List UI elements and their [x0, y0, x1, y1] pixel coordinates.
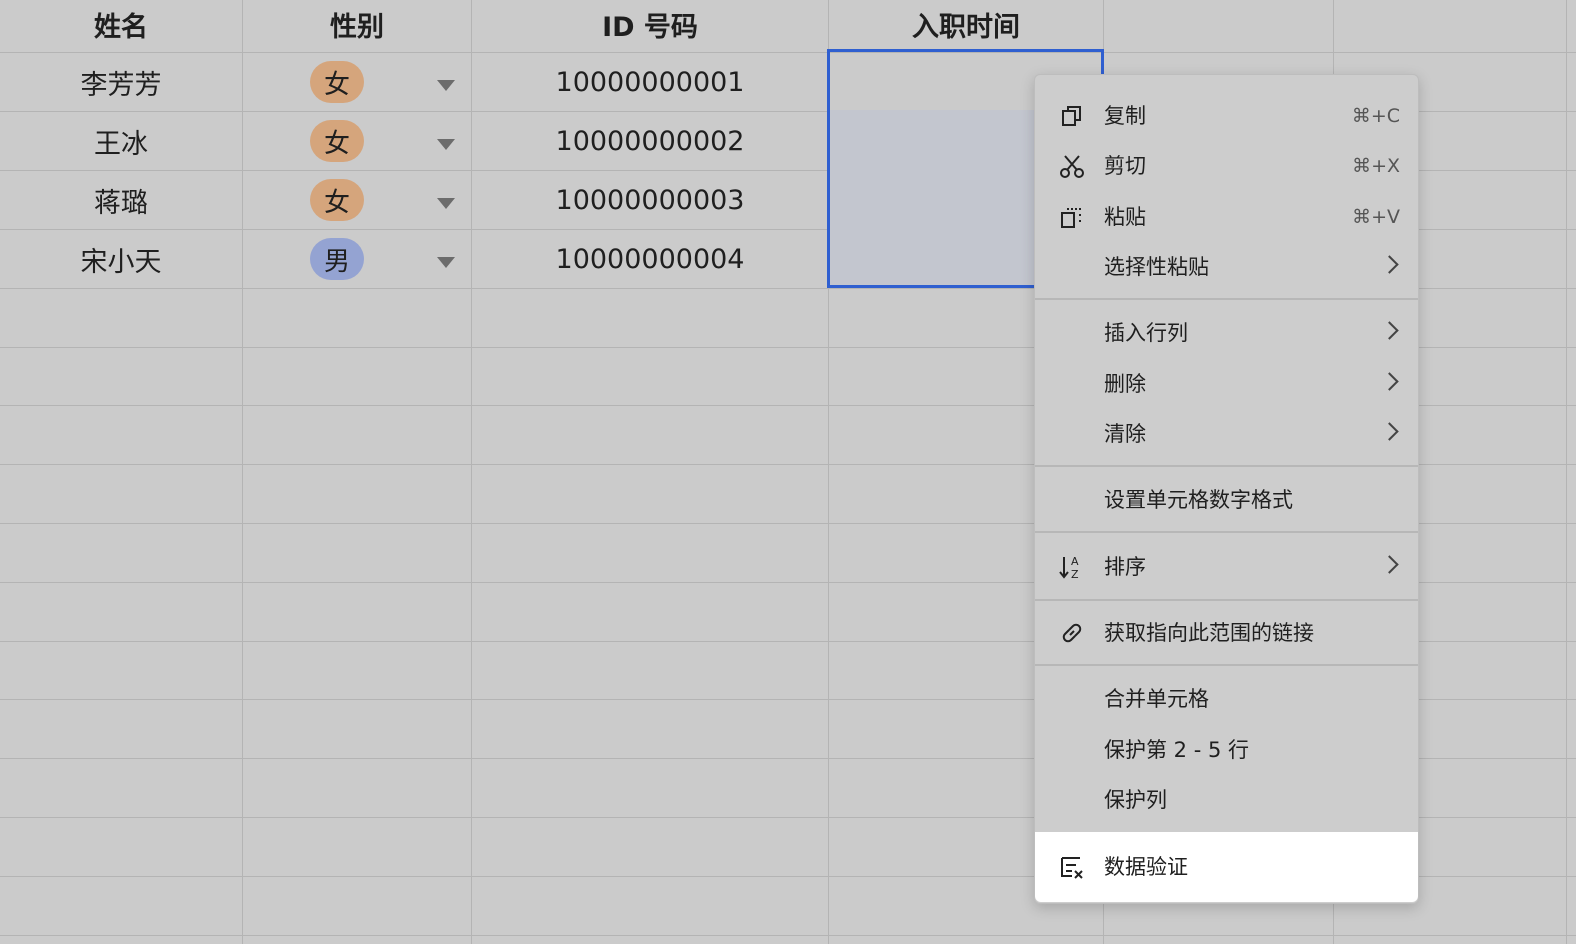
menu-divider [1035, 531, 1418, 533]
menu-item-protect-rows[interactable]: 保护第 2 - 5 行 [1035, 725, 1418, 775]
menu-item-merge-cells[interactable]: 合并单元格 [1035, 674, 1418, 724]
name-cell[interactable]: 李芳芳 [0, 53, 242, 111]
menu-item-shortcut: ⌘+V [1352, 206, 1400, 228]
dropdown-arrow-icon[interactable] [437, 80, 455, 91]
menu-item-shortcut: ⌘+X [1352, 155, 1400, 177]
gender-tag[interactable]: 女 [310, 179, 364, 221]
menu-item-shortcut: ⌘+C [1351, 105, 1400, 127]
menu-divider [1035, 465, 1418, 467]
menu-item-copy[interactable]: 复制 ⌘+C [1035, 91, 1418, 141]
menu-item-insert-row-column[interactable]: 插入行列 [1035, 308, 1418, 358]
menu-item-label: 获取指向此范围的链接 [1104, 621, 1314, 645]
chevron-right-icon [1380, 255, 1399, 274]
gender-tag[interactable]: 女 [310, 120, 364, 162]
id-cell[interactable]: 10000000002 [472, 112, 828, 170]
menu-item-label: 保护第 2 - 5 行 [1104, 738, 1250, 762]
menu-item-clear[interactable]: 清除 [1035, 409, 1418, 459]
menu-item-sort[interactable]: A Z 排序 [1035, 542, 1418, 592]
menu-item-delete[interactable]: 删除 [1035, 359, 1418, 409]
menu-item-cut[interactable]: 剪切 ⌘+X [1035, 141, 1418, 191]
copy-icon [1062, 106, 1081, 126]
link-icon [1062, 623, 1082, 643]
menu-item-label: 清除 [1104, 422, 1146, 446]
column-header-gender[interactable]: 性别 [243, 0, 471, 48]
id-cell[interactable]: 10000000004 [472, 230, 828, 288]
column-header-hire-date[interactable]: 入职时间 [829, 0, 1103, 48]
svg-text:Z: Z [1071, 568, 1079, 580]
menu-item-get-link[interactable]: 获取指向此范围的链接 [1035, 608, 1418, 658]
menu-item-label: 合并单元格 [1104, 687, 1209, 711]
grid-line [0, 935, 1576, 936]
gender-tag[interactable]: 女 [310, 61, 364, 103]
menu-item-label: 数据验证 [1104, 855, 1188, 879]
chevron-right-icon [1380, 422, 1399, 441]
context-menu: 复制 ⌘+C 剪切 ⌘+X 粘贴 ⌘+V 选择性粘贴 插入行列 删除 清除 设置… [1034, 74, 1419, 904]
menu-item-data-validation[interactable]: 数据验证 [1035, 832, 1418, 902]
name-cell[interactable]: 蒋璐 [0, 171, 242, 229]
grid-line [242, 0, 243, 944]
gender-tag[interactable]: 男 [310, 238, 364, 280]
menu-item-label: 插入行列 [1104, 321, 1188, 345]
sort-icon: A Z [1059, 555, 1079, 580]
scissors-icon [1060, 155, 1084, 178]
menu-item-label: 删除 [1104, 372, 1146, 396]
column-header-name[interactable]: 姓名 [0, 0, 242, 48]
menu-item-protect-column[interactable]: 保护列 [1035, 775, 1418, 825]
data-validation-icon [1061, 857, 1083, 879]
menu-item-label: 剪切 [1104, 154, 1146, 178]
svg-text:A: A [1071, 555, 1079, 568]
menu-item-label: 保护列 [1104, 788, 1167, 812]
paste-icon [1061, 208, 1081, 228]
grid-line [1566, 0, 1567, 944]
dropdown-arrow-icon[interactable] [437, 139, 455, 150]
menu-item-label: 排序 [1104, 555, 1146, 579]
menu-item-label: 复制 [1104, 104, 1146, 128]
menu-item-label: 设置单元格数字格式 [1104, 488, 1293, 512]
menu-item-number-format[interactable]: 设置单元格数字格式 [1035, 475, 1418, 525]
menu-item-paste-special[interactable]: 选择性粘贴 [1035, 242, 1418, 292]
menu-divider [1035, 298, 1418, 300]
menu-divider [1035, 664, 1418, 666]
dropdown-arrow-icon[interactable] [437, 198, 455, 209]
name-cell[interactable]: 王冰 [0, 112, 242, 170]
column-header-id[interactable]: ID 号码 [472, 0, 828, 48]
id-cell[interactable]: 10000000003 [472, 171, 828, 229]
name-cell[interactable]: 宋小天 [0, 230, 242, 288]
chevron-right-icon [1380, 555, 1399, 574]
chevron-right-icon [1380, 372, 1399, 391]
menu-item-label: 粘贴 [1104, 205, 1146, 229]
menu-item-label: 选择性粘贴 [1104, 255, 1209, 279]
menu-divider [1035, 599, 1418, 601]
dropdown-arrow-icon[interactable] [437, 257, 455, 268]
id-cell[interactable]: 10000000001 [472, 53, 828, 111]
chevron-right-icon [1380, 321, 1399, 340]
menu-item-paste[interactable]: 粘贴 ⌘+V [1035, 192, 1418, 242]
